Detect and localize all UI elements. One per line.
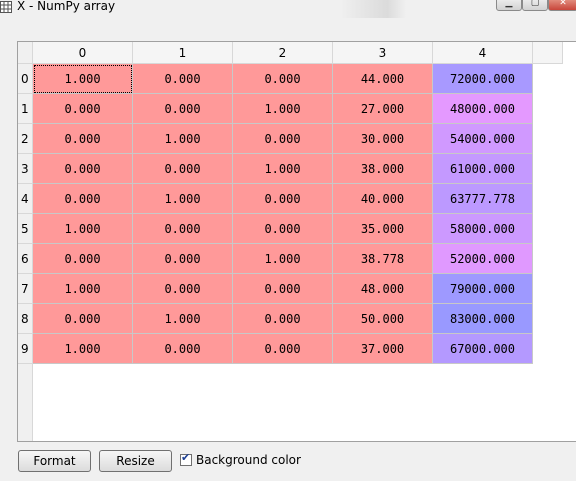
table-cell[interactable]: 1.000 <box>33 64 133 94</box>
table-cell[interactable]: 40.000 <box>333 184 433 214</box>
row-header-9[interactable]: 9 <box>18 334 33 364</box>
table-cell[interactable]: 38.778 <box>333 244 433 274</box>
row-header-3[interactable]: 3 <box>18 154 33 184</box>
title-bar: X - NumPy array ▁ ▢ ✕ <box>0 0 576 18</box>
column-header-2[interactable]: 2 <box>233 42 333 64</box>
checkmark-icon: ✔ <box>181 451 191 464</box>
column-header-blank[interactable] <box>533 42 563 64</box>
minimize-icon: ▁ <box>505 0 513 8</box>
table-cell[interactable]: 0.000 <box>33 94 133 124</box>
table-cell[interactable]: 0.000 <box>33 124 133 154</box>
row-header-2[interactable]: 2 <box>18 124 33 154</box>
table-cell[interactable]: 1.000 <box>133 304 233 334</box>
table-cell[interactable]: 0.000 <box>233 304 333 334</box>
table-cell[interactable]: 0.000 <box>133 334 233 364</box>
table-cell[interactable]: 72000.000 <box>433 64 533 94</box>
resize-button[interactable]: Resize <box>99 450 172 472</box>
table-cell[interactable]: 0.000 <box>233 64 333 94</box>
table-cell[interactable]: 0.000 <box>133 244 233 274</box>
table-cell[interactable]: 0.000 <box>133 214 233 244</box>
table-cell[interactable]: 79000.000 <box>433 274 533 304</box>
minimize-button[interactable]: ▁ <box>496 0 522 11</box>
table-cell[interactable]: 48000.000 <box>433 94 533 124</box>
table-cell[interactable]: 1.000 <box>133 184 233 214</box>
table-cell[interactable]: 1.000 <box>233 154 333 184</box>
table-cell[interactable]: 0.000 <box>133 94 233 124</box>
table-cell[interactable]: 67000.000 <box>433 334 533 364</box>
column-header-0[interactable]: 0 <box>33 42 133 64</box>
table-cell[interactable]: 52000.000 <box>433 244 533 274</box>
table-cell[interactable]: 0.000 <box>233 274 333 304</box>
table-cell[interactable]: 30.000 <box>333 124 433 154</box>
table-cell[interactable]: 83000.000 <box>433 304 533 334</box>
column-header-1[interactable]: 1 <box>133 42 233 64</box>
table-cell[interactable]: 1.000 <box>33 274 133 304</box>
table-cell[interactable]: 50.000 <box>333 304 433 334</box>
table-cell[interactable]: 0.000 <box>133 274 233 304</box>
table-cell[interactable]: 0.000 <box>33 184 133 214</box>
table-cell[interactable]: 1.000 <box>33 334 133 364</box>
table-cell[interactable]: 0.000 <box>33 244 133 274</box>
format-button[interactable]: Format <box>18 450 91 472</box>
row-header-1[interactable]: 1 <box>18 94 33 124</box>
table-cell[interactable]: 44.000 <box>333 64 433 94</box>
row-header-5[interactable]: 5 <box>18 214 33 244</box>
row-header-6[interactable]: 6 <box>18 244 33 274</box>
window-controls: ▁ ▢ ✕ <box>494 0 576 12</box>
table-cell[interactable]: 0.000 <box>33 304 133 334</box>
table-cell[interactable]: 0.000 <box>233 184 333 214</box>
column-header-4[interactable]: 4 <box>433 42 533 64</box>
background-color-checkbox[interactable]: ✔ <box>180 451 192 466</box>
table-cell[interactable]: 58000.000 <box>433 214 533 244</box>
table-cell[interactable]: 37.000 <box>333 334 433 364</box>
grid-icon <box>0 1 12 13</box>
table-cell[interactable]: 0.000 <box>133 64 233 94</box>
table-cell[interactable]: 61000.000 <box>433 154 533 184</box>
maximize-icon: ▢ <box>530 0 540 8</box>
close-button[interactable]: ✕ <box>548 0 576 11</box>
row-header-filler <box>18 364 33 441</box>
table-corner[interactable] <box>18 42 33 64</box>
row-header-7[interactable]: 7 <box>18 274 33 304</box>
table-cell[interactable]: 1.000 <box>133 124 233 154</box>
table-cell[interactable]: 0.000 <box>233 334 333 364</box>
table-cell[interactable]: 0.000 <box>33 154 133 184</box>
table-cell[interactable]: 35.000 <box>333 214 433 244</box>
table-cell[interactable]: 27.000 <box>333 94 433 124</box>
table-cell[interactable]: 0.000 <box>133 154 233 184</box>
window-title: X - NumPy array <box>17 0 116 13</box>
table-cell[interactable]: 0.000 <box>233 124 333 154</box>
table-cell[interactable]: 1.000 <box>233 244 333 274</box>
table-cell[interactable]: 54000.000 <box>433 124 533 154</box>
row-header-4[interactable]: 4 <box>18 184 33 214</box>
table-cell[interactable]: 38.000 <box>333 154 433 184</box>
table-cell[interactable]: 1.000 <box>233 94 333 124</box>
array-table[interactable]: 0 1 2 3 4 0 1.000 0.000 0.000 44.000 72000.000 1 0.0… <box>17 41 576 442</box>
table-cell[interactable]: 48.000 <box>333 274 433 304</box>
table-cell[interactable]: 0.000 <box>233 214 333 244</box>
column-header-3[interactable]: 3 <box>333 42 433 64</box>
table-cell[interactable]: 63777.778 <box>433 184 533 214</box>
table-cell[interactable]: 1.000 <box>33 214 133 244</box>
close-icon: ✕ <box>559 0 567 8</box>
row-header-0[interactable]: 0 <box>18 64 33 94</box>
row-header-8[interactable]: 8 <box>18 304 33 334</box>
background-color-label: Background color <box>196 453 301 467</box>
maximize-button[interactable]: ▢ <box>522 0 548 11</box>
